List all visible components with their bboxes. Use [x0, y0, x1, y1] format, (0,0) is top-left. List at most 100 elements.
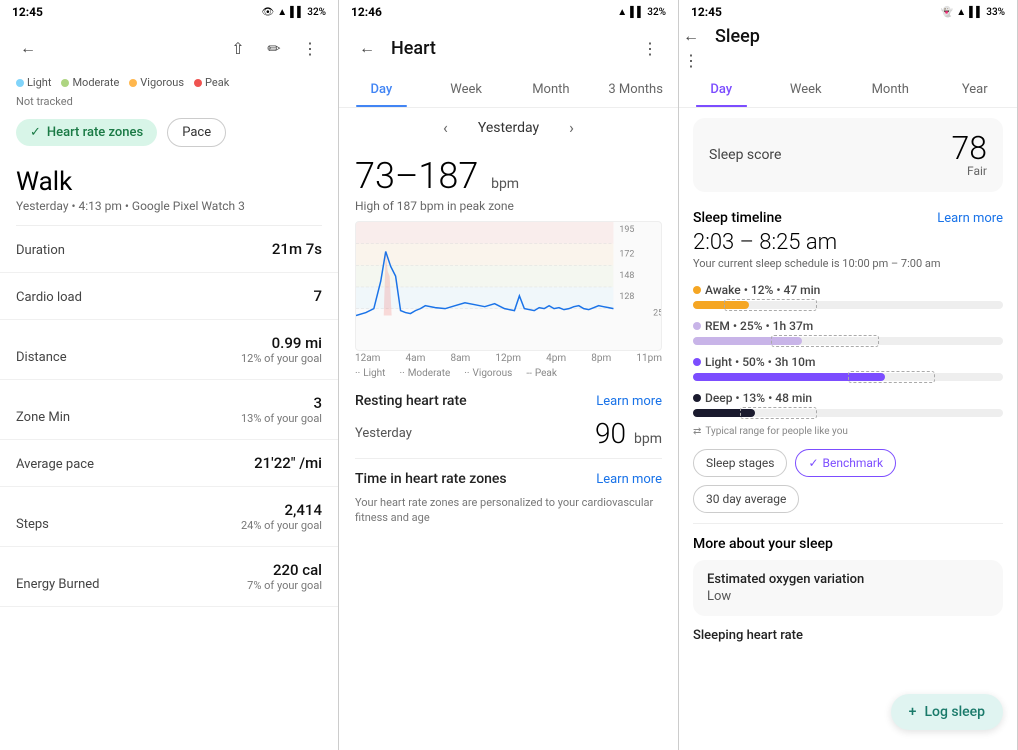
sleep-divider	[693, 523, 1003, 524]
sleep-stages-list: Awake • 12% • 47 min REM • 25%	[679, 278, 1017, 422]
activity-title: Walk	[0, 155, 338, 199]
sleep-more-button[interactable]: ⋮	[679, 48, 703, 72]
sleep-title: Sleep	[715, 26, 760, 47]
moderate-dot	[61, 79, 69, 87]
stage-light: Light • 50% • 3h 10m	[679, 350, 1017, 386]
stat-pace: Average pace 21'22" /mi	[0, 440, 338, 487]
tab-week-heart[interactable]: Week	[424, 72, 509, 107]
legend-light-label: Light	[27, 76, 51, 89]
status-icons-2: ▲ ▌▌ 32%	[617, 7, 666, 18]
tab-year-sleep[interactable]: Year	[933, 72, 1018, 107]
signal-icon-3: ▌▌	[969, 7, 983, 18]
svg-text:25: 25	[653, 309, 661, 319]
heart-tabs: Day Week Month 3 Months	[339, 72, 678, 108]
chip-sleep-stages[interactable]: Sleep stages	[693, 449, 787, 477]
sleep-timeline-header: Sleep timeline Learn more	[679, 202, 1017, 228]
rem-dot	[693, 322, 701, 330]
oxy-card: Estimated oxygen variation Low	[693, 560, 1003, 616]
sleep-learn-more[interactable]: Learn more	[937, 211, 1003, 226]
heart-chart-svg: 195 172 148 128 25	[356, 222, 661, 350]
heart-header: ← Heart ⋮	[339, 24, 678, 72]
sleep-back-button[interactable]: ←	[679, 24, 703, 48]
sleeping-hr-label: Sleeping heart rate	[679, 620, 1017, 645]
header-left: ← Heart	[355, 36, 436, 60]
stat-energy: Energy Burned 220 cal 7% of your goal	[0, 547, 338, 607]
chip-benchmark[interactable]: ✓ Benchmark	[795, 449, 896, 477]
status-bar-2: 12:46 ▲ ▌▌ 32%	[339, 0, 678, 24]
prev-date-button[interactable]: ‹	[443, 118, 448, 137]
legend-moderate-label: Moderate	[72, 76, 119, 89]
back-button[interactable]: ←	[16, 36, 40, 60]
time-zones-section: Time in heart rate zones Learn more	[339, 459, 678, 491]
heart-more-button[interactable]: ⋮	[638, 36, 662, 60]
wifi-icon: ▲	[277, 7, 287, 18]
deep-typical	[740, 407, 818, 419]
tab-week-sleep[interactable]: Week	[764, 72, 849, 107]
rem-typical	[771, 335, 880, 347]
tab-day-sleep[interactable]: Day	[679, 72, 764, 107]
tab-month-sleep[interactable]: Month	[848, 72, 933, 107]
stat-distance: Distance 0.99 mi 12% of your goal	[0, 320, 338, 380]
rem-bar-track	[693, 337, 1003, 345]
share-button[interactable]: ⇧	[226, 36, 250, 60]
yesterday-row: Yesterday 90 bpm	[339, 413, 678, 458]
battery-3: 33%	[986, 7, 1005, 18]
log-sleep-button[interactable]: + Log sleep	[891, 694, 1003, 730]
heart-back-button[interactable]: ←	[355, 36, 379, 60]
toolbar-right: ⇧ ✏ ⋮	[226, 36, 322, 60]
date-label: Yesterday	[478, 120, 539, 136]
light-stage-dot	[693, 358, 701, 366]
wifi-icon-3: ▲	[956, 7, 966, 18]
sleep-header: ← Sleep ⋮	[679, 24, 1017, 72]
zones-learn-more[interactable]: Learn more	[596, 472, 662, 487]
date-nav: ‹ Yesterday ›	[339, 108, 678, 147]
sleep-tabs: Day Week Month Year	[679, 72, 1017, 108]
status-icons-1: 👁 ▲ ▌▌ 32%	[261, 7, 326, 18]
chips-row: ✓ Heart rate zones Pace	[0, 110, 338, 155]
legend-row: Light Moderate Vigorous Peak	[0, 72, 338, 93]
eye-icon: 👁	[261, 7, 274, 18]
tab-month-heart[interactable]: Month	[509, 72, 594, 107]
stat-steps: Steps 2,414 24% of your goal	[0, 487, 338, 547]
sleep-chips: Sleep stages ✓ Benchmark 30 day average	[679, 443, 1017, 519]
more-button[interactable]: ⋮	[298, 36, 322, 60]
sleep-panel: 12:45 👻 ▲ ▌▌ 33% ← Sleep ⋮ Day Week Mont…	[679, 0, 1018, 750]
peak-dot	[194, 79, 202, 87]
next-date-button[interactable]: ›	[569, 118, 574, 137]
heart-title: Heart	[391, 38, 436, 59]
signal-icon: ▌▌	[290, 7, 304, 18]
time-2: 12:46	[351, 5, 382, 19]
wifi-icon-2: ▲	[617, 7, 627, 18]
awake-bar-track	[693, 301, 1003, 309]
walk-panel: 12:45 👁 ▲ ▌▌ 32% ← ⇧ ✏ ⋮ Light Moderate	[0, 0, 339, 750]
edit-button[interactable]: ✏	[262, 36, 286, 60]
snap-icon: 👻	[941, 7, 953, 18]
pace-chip[interactable]: Pace	[167, 118, 226, 147]
vigorous-dot	[129, 79, 137, 87]
status-bar-1: 12:45 👁 ▲ ▌▌ 32%	[0, 0, 338, 24]
legend-moderate: Moderate	[61, 76, 119, 89]
svg-text:148: 148	[619, 271, 634, 281]
typical-note: ⇄ Typical range for people like you	[679, 422, 1017, 443]
heart-rate-zones-chip[interactable]: ✓ Heart rate zones	[16, 119, 157, 146]
stats-list: Duration 21m 7s Cardio load 7 Distance 0…	[0, 226, 338, 607]
resting-learn-more[interactable]: Learn more	[596, 394, 662, 409]
chip-30day[interactable]: 30 day average	[693, 485, 799, 513]
legend-light: Light	[16, 76, 51, 89]
stage-rem: REM • 25% • 1h 37m	[679, 314, 1017, 350]
tab-day-heart[interactable]: Day	[339, 72, 424, 107]
heart-subtitle: High of 187 bpm in peak zone	[339, 197, 678, 221]
legend-peak-label: Peak	[205, 76, 229, 89]
legend-peak: Peak	[194, 76, 229, 89]
svg-text:172: 172	[619, 249, 634, 259]
stat-duration: Duration 21m 7s	[0, 226, 338, 273]
sleep-score-card: Sleep score 78 Fair	[693, 118, 1003, 192]
tab-3months-heart[interactable]: 3 Months	[593, 72, 678, 107]
deep-bar-track	[693, 409, 1003, 417]
toolbar-left: ←	[16, 36, 40, 60]
more-sleep-title: More about your sleep	[679, 528, 1017, 556]
sleep-schedule: Your current sleep schedule is 10:00 pm …	[679, 257, 1017, 278]
stage-awake: Awake • 12% • 47 min	[679, 278, 1017, 314]
not-tracked: Not tracked	[0, 93, 338, 110]
signal-icon-2: ▌▌	[630, 7, 644, 18]
